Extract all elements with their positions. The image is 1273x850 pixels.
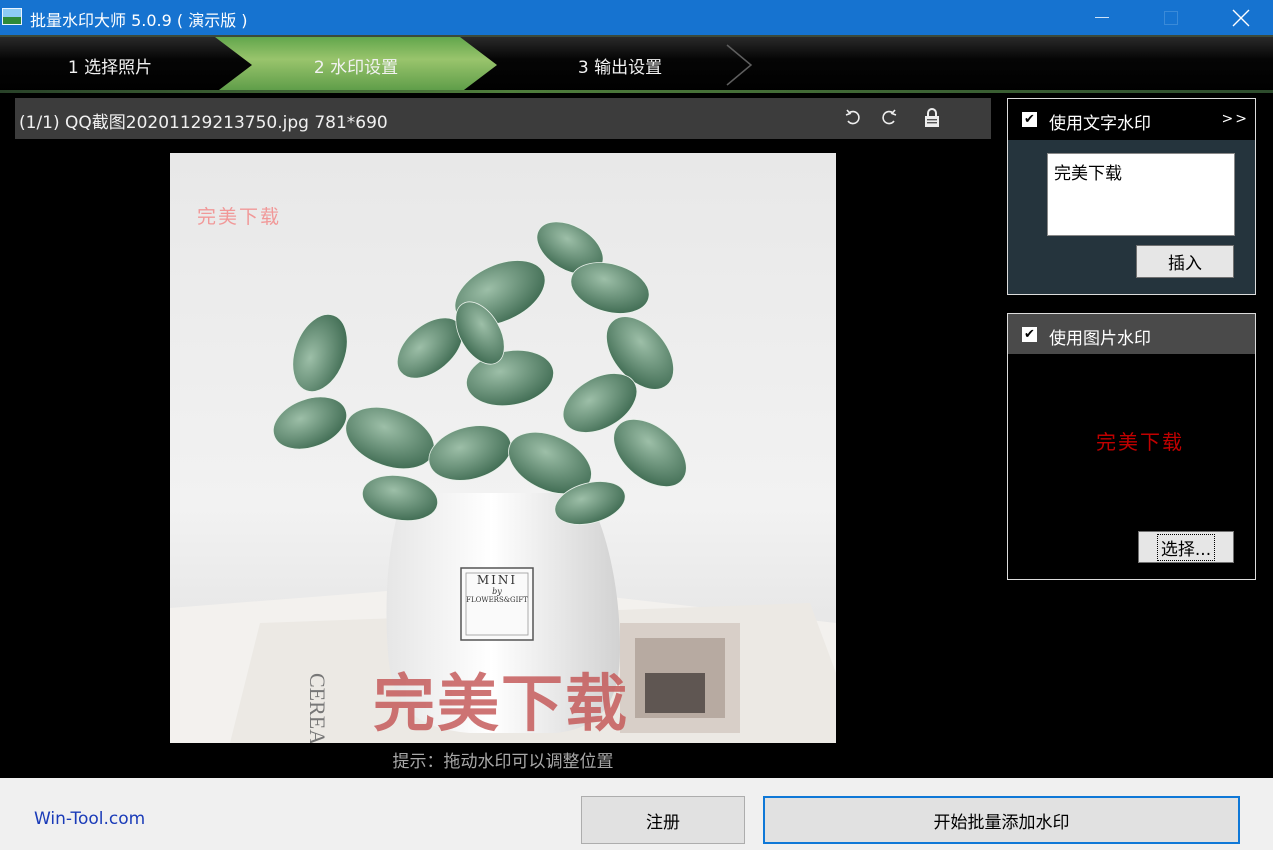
choose-button-label: 选择... (1156, 533, 1216, 561)
watermark-text-small[interactable]: 完美下载 (197, 202, 281, 229)
minimize-icon (1095, 17, 1109, 18)
choose-image-button[interactable]: 选择... (1138, 531, 1234, 563)
insert-button[interactable]: 插入 (1136, 245, 1234, 278)
image-watermark-panel: ✔ 使用图片水印 完美下载 选择... (1007, 313, 1256, 580)
image-watermark-preview: 完美下载 (1096, 430, 1184, 454)
svg-text:CEREAL: CEREAL (305, 673, 330, 743)
image-preview[interactable]: CEREAL MINI by FLOWERS&GIFT 完美下载 完美下载 (170, 153, 836, 743)
text-watermark-header: ✔ 使用文字水印 >> (1008, 99, 1255, 140)
expand-more-button[interactable]: >> (1222, 111, 1249, 127)
rotate-left-icon[interactable] (841, 106, 865, 130)
vase-label: MINI by FLOWERS&GIFT (461, 573, 533, 604)
drag-hint: 提示：拖动水印可以调整位置 (392, 752, 614, 772)
watermark-text-large[interactable]: 完美下载 (373, 653, 629, 743)
text-watermark-checkbox[interactable]: ✔ (1022, 112, 1037, 127)
vase-label-brand: FLOWERS&GIFT (466, 596, 528, 604)
step-watermark-settings[interactable]: 2 水印设置 (215, 37, 497, 93)
vase-label-title: MINI (476, 573, 518, 587)
step-separator-chevron (726, 44, 753, 86)
step-output-settings[interactable]: 3 输出设置 (495, 37, 745, 93)
app-icon (2, 8, 22, 25)
text-watermark-label: 使用文字水印 (1049, 114, 1151, 134)
image-info-bar: (1/1) QQ截图20201129213750.jpg 781*690 (15, 98, 991, 139)
close-button[interactable] (1216, 0, 1266, 35)
close-icon (1232, 9, 1250, 26)
lock-icon[interactable] (920, 106, 944, 130)
start-batch-watermark-button[interactable]: 开始批量添加水印 (763, 796, 1240, 844)
step-navigation: 1 选择照片 2 水印设置 3 输出设置 (0, 35, 1273, 93)
image-watermark-label: 使用图片水印 (1049, 329, 1151, 349)
register-button[interactable]: 注册 (581, 796, 745, 844)
website-link[interactable]: Win-Tool.com (34, 809, 145, 829)
maximize-button[interactable] (1146, 0, 1196, 35)
window-title: 批量水印大师 5.0.9 ( 演示版 ) (30, 11, 248, 30)
vase-label-by: by (492, 587, 502, 596)
rotate-right-icon[interactable] (877, 106, 901, 130)
step-label: 3 输出设置 (577, 57, 663, 78)
step-select-photos[interactable]: 1 选择照片 (0, 37, 220, 93)
minimize-button[interactable] (1077, 0, 1127, 35)
step-underline (0, 90, 1273, 93)
footer-bar: Win-Tool.com 注册 开始批量添加水印 (0, 778, 1273, 850)
image-watermark-checkbox[interactable]: ✔ (1022, 327, 1037, 342)
text-watermark-panel: ✔ 使用文字水印 >> 完美下载 插入 (1007, 98, 1256, 295)
image-info-text: (1/1) QQ截图20201129213750.jpg 781*690 (19, 113, 388, 133)
image-watermark-header: ✔ 使用图片水印 (1008, 314, 1255, 354)
step-label: 2 水印设置 (313, 57, 399, 78)
title-bar: 批量水印大师 5.0.9 ( 演示版 ) (0, 0, 1273, 35)
watermark-text-input[interactable]: 完美下载 (1047, 153, 1235, 236)
step-label: 1 选择照片 (67, 57, 153, 78)
maximize-icon (1164, 10, 1178, 25)
